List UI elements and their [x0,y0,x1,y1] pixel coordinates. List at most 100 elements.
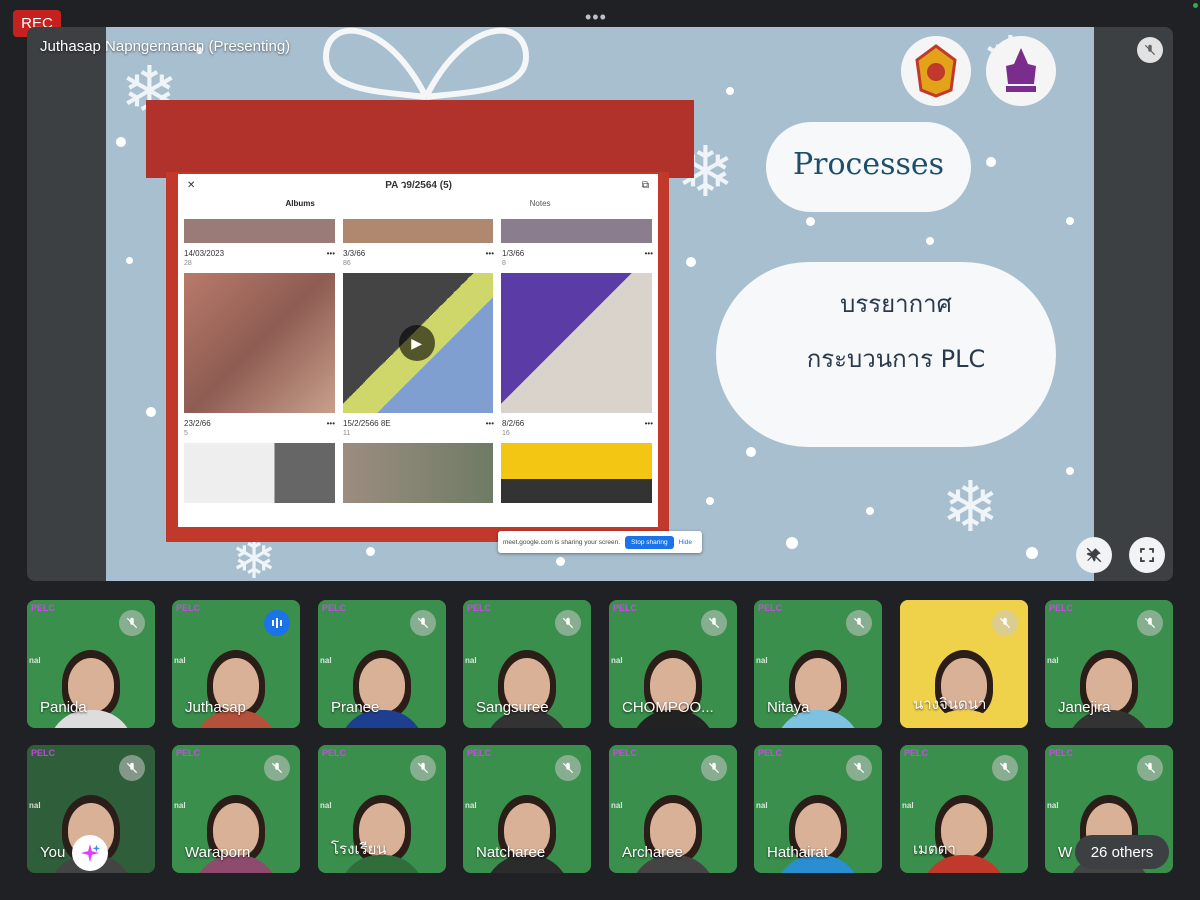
gift-lid [146,100,694,178]
presentation-stage: Juthasap Napngernanan (Presenting) ❄ ❄ ❄… [27,27,1173,581]
participant-name: Waraporn [185,844,251,861]
participant-name: Juthasap [185,699,246,716]
album-title: PA ว9/2564 (5) [385,179,452,191]
album-photo [501,273,653,413]
participant-name: Archaree [622,844,683,861]
album-date: 15/2/2566 8E [343,419,391,428]
banner-side-text: nal [29,656,41,665]
participant-tile[interactable]: PELC nal Nitaya [754,600,882,728]
banner-side-text: nal [174,656,186,665]
pin-off-icon[interactable] [1076,537,1112,573]
tab-albums: Albums [285,198,315,208]
participant-tile[interactable]: PELC nal เมตตา [900,745,1028,873]
album-count: 11 [343,430,351,437]
school-logo-1 [901,36,971,106]
participant-tile[interactable]: PELC nal CHOMPOO... [609,600,737,728]
banner-side-text: nal [174,801,186,810]
album-date: 3/3/66 [343,249,366,258]
participant-name: Hathairat [767,844,828,861]
album-photo [501,443,653,503]
participant-video [775,793,861,873]
banner-brand: PELC [613,604,638,613]
slide-body-line1: บรรยากาศ [840,290,952,318]
participant-tile[interactable]: PELC nal Waraporn [172,745,300,873]
mic-off-icon [119,755,145,781]
participant-tile[interactable]: PELC nal Archaree [609,745,737,873]
mic-off-icon [846,610,872,636]
mic-speaking-icon [264,610,290,636]
participant-video [630,648,716,728]
banner-brand: PELC [31,749,56,758]
participant-video [339,648,425,728]
participant-name: โรงเรียน [331,841,387,858]
participant-name: CHOMPOO... [622,699,714,716]
participant-tile[interactable]: PELC nal โรงเรียน [318,745,446,873]
mic-off-icon [1137,37,1163,63]
album-count: 16 [502,430,510,437]
mic-off-icon [264,755,290,781]
banner-side-text: nal [1047,801,1059,810]
mic-off-icon [555,755,581,781]
album-date: 23/2/66 [184,419,211,428]
mic-off-icon [410,610,436,636]
participant-name: นางจินดนา [913,696,987,713]
banner-brand: PELC [322,604,347,613]
hide-button[interactable]: Hide [679,539,692,546]
album-date: 8/2/66 [502,419,525,428]
participant-name: Nitaya [767,699,810,716]
banner-side-text: nal [320,656,332,665]
banner-side-text: nal [320,801,332,810]
participant-tile[interactable]: PELC nal Juthasap [172,600,300,728]
banner-brand: PELC [904,749,929,758]
mic-off-icon [119,610,145,636]
banner-brand: PELC [758,749,783,758]
album-count: 8 [502,260,506,267]
banner-side-text: nal [465,801,477,810]
sparkle-icon[interactable] [72,835,108,871]
fullscreen-icon[interactable] [1129,537,1165,573]
album-count: 28 [184,260,192,267]
more-icon[interactable]: ••• [585,7,607,28]
banner-brand: PELC [176,604,201,613]
mic-off-icon [1137,755,1163,781]
share-icon: ⧉ [641,179,649,191]
snowflake-icon: ❄ [941,468,1000,546]
participant-name: Natcharee [476,844,546,861]
participant-video [193,793,279,873]
shared-slide: ❄ ❄ ❄ ❄ ❄ ✕ PA ว9/2564 (5) ⧉ Albums Note… [106,27,1094,581]
album-photo [184,443,335,503]
participant-tile[interactable]: PELC nal Pranee [318,600,446,728]
banner-brand: PELC [758,604,783,613]
others-button[interactable]: 26 others [1075,835,1169,869]
participant-video [1066,648,1152,728]
participant-tile[interactable]: PELC nal Hathairat [754,745,882,873]
participant-video [339,793,425,873]
participant-video [193,648,279,728]
participant-tile[interactable]: PELC nal Janejira [1045,600,1173,728]
banner-brand: PELC [613,749,638,758]
participant-name: Janejira [1058,699,1111,716]
participant-tile[interactable]: PELC nal Natcharee [463,745,591,873]
album-count: 5 [184,430,188,437]
banner-brand: PELC [322,749,347,758]
play-icon: ▶ [398,325,435,361]
participant-tile[interactable]: PELC nal Sangsuree [463,600,591,728]
participant-tile[interactable]: PELC nal Panida [27,600,155,728]
participant-tile[interactable]: นางจินดนา [900,600,1028,728]
participant-name: You [40,844,66,861]
slide-body: บรรยากาศ กระบวนการ PLC [746,277,1046,387]
banner-side-text: nal [1047,656,1059,665]
mic-off-icon [992,755,1018,781]
banner-side-text: nal [902,801,914,810]
participant-video [921,648,1007,728]
mic-off-icon [1137,610,1163,636]
stop-sharing-button[interactable]: Stop sharing [625,535,674,549]
participant-video [484,648,570,728]
school-logo-2 [986,36,1056,106]
tab-notes: Notes [529,198,551,208]
banner-brand: PELC [467,604,492,613]
mic-off-icon [555,610,581,636]
participant-name: Pranee [331,699,380,716]
mic-off-icon [992,610,1018,636]
participant-name: W [1058,844,1073,861]
